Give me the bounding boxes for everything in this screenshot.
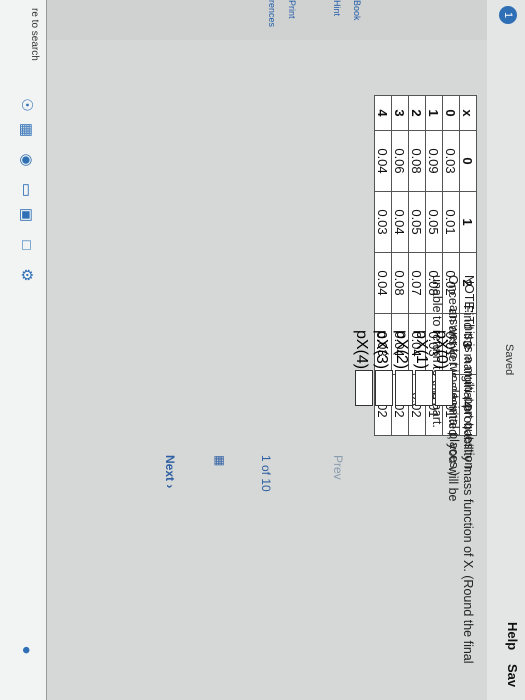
- nav-references[interactable]: rences: [267, 0, 277, 40]
- nav-hint[interactable]: Hint: [332, 0, 342, 40]
- rotated-screen: 1 Saved Help Sav Book Hint Print rences …: [0, 0, 525, 700]
- answer-input-px0[interactable]: [435, 370, 453, 406]
- table-cell: 0.03: [374, 191, 392, 253]
- table-cell: 0.08: [408, 130, 426, 192]
- chevron-right-icon: ›: [163, 484, 177, 489]
- next-button[interactable]: Next ›: [163, 455, 177, 488]
- answer-input-px4[interactable]: [355, 370, 373, 406]
- help-link[interactable]: Help: [505, 622, 520, 650]
- save-exit-button[interactable]: Sav: [505, 664, 520, 687]
- table-cell: 0.03: [442, 130, 460, 192]
- taskbar: re to search ☉ ▦ ◉ ▭ ▣ □ ⚙ ●: [0, 0, 47, 700]
- answer-input-px2[interactable]: [395, 370, 413, 406]
- page-position: 1 of 10: [259, 455, 273, 492]
- nav-print[interactable]: Print: [287, 0, 297, 40]
- table-cell: 0.04: [391, 191, 409, 253]
- table-cell: 0.01: [442, 191, 460, 253]
- taskbar-search[interactable]: re to search: [29, 8, 40, 61]
- saved-status: Saved: [503, 344, 515, 376]
- answer-input-px1[interactable]: [415, 370, 433, 406]
- answer-input-px3[interactable]: [375, 370, 393, 406]
- prev-button[interactable]: Prev: [331, 455, 345, 480]
- next-label: Next: [163, 455, 177, 482]
- table-cell: 0.04: [374, 252, 392, 314]
- app-icon[interactable]: □: [16, 235, 36, 255]
- grid-icon[interactable]: ▦: [213, 455, 227, 466]
- table-cell: 0.05: [408, 191, 426, 253]
- row-header: 2: [408, 95, 426, 131]
- row-header: 4: [374, 95, 392, 131]
- folder-icon[interactable]: ▭: [16, 180, 36, 200]
- table-cell: 0.05: [425, 191, 443, 253]
- row-header: 0: [442, 95, 460, 131]
- row-header: 3: [391, 95, 409, 131]
- nav-book[interactable]: Book: [352, 0, 362, 40]
- table-cell: 0.09: [425, 130, 443, 192]
- table-cell: 0.06: [391, 130, 409, 192]
- table-cell: 0.08: [391, 252, 409, 314]
- table-cell: 0.04: [374, 130, 392, 192]
- notification-badge[interactable]: 1: [499, 6, 517, 24]
- microphone-icon[interactable]: ☉: [16, 95, 36, 115]
- col-header: 0: [459, 130, 477, 192]
- left-nav: Book Hint Print rences: [47, 0, 487, 41]
- answer-group: pX(0) = pX(1) = pX(2) = pX(3) = pX(4) =: [343, 330, 453, 420]
- settings-icon[interactable]: ⚙: [16, 265, 36, 285]
- table-cell: 0.07: [408, 252, 426, 314]
- taskview-icon[interactable]: ▦: [16, 120, 36, 140]
- top-bar: 1 Saved Help Sav: [486, 0, 525, 700]
- col-header: 1: [459, 191, 477, 253]
- browser-icon[interactable]: ◉: [16, 150, 36, 170]
- chrome-icon[interactable]: ●: [16, 640, 36, 660]
- corner-cell: x: [459, 95, 477, 131]
- row-header: 1: [425, 95, 443, 131]
- store-icon[interactable]: ▣: [16, 205, 36, 225]
- pagination: Prev 1 of 10 ▦ Next ›: [135, 455, 345, 492]
